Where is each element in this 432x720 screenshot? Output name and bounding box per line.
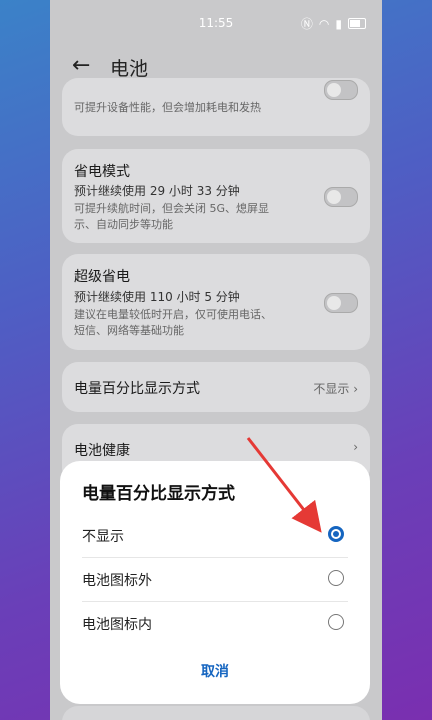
wifi-icon: ◠ bbox=[318, 16, 330, 31]
option-label: 电池图标外 bbox=[82, 573, 152, 589]
page-title: 电池 bbox=[110, 58, 149, 80]
hidden-card bbox=[62, 706, 370, 720]
performance-toggle[interactable] bbox=[324, 80, 358, 100]
power-saving-desc-1: 可提升续航时间，但会关闭 5G、熄屏显 bbox=[74, 202, 270, 215]
status-bar: 11:55 Ⓝ ◠ ▮ bbox=[50, 0, 382, 44]
percentage-display-value: 不显示 › bbox=[313, 380, 358, 397]
super-power-saving-estimate: 预计继续使用 110 小时 5 分钟 bbox=[74, 290, 240, 304]
option-inside-icon[interactable]: 电池图标内 bbox=[82, 602, 354, 646]
percentage-display-row[interactable]: 电量百分比显示方式 不显示 › bbox=[62, 362, 370, 412]
back-arrow-icon[interactable]: ← bbox=[72, 53, 90, 78]
super-power-saving-desc-1: 建议在电量较低时开启，仅可使用电话、 bbox=[74, 308, 272, 321]
super-power-saving-title: 超级省电 bbox=[74, 269, 130, 285]
chevron-right-icon: › bbox=[353, 382, 358, 396]
power-saving-title: 省电模式 bbox=[74, 164, 130, 180]
performance-mode-card[interactable]: 可提升设备性能，但会增加耗电和发热 bbox=[62, 78, 370, 136]
sheet-title: 电量百分比显示方式 bbox=[82, 484, 235, 504]
power-saving-desc-2: 示、自动同步等功能 bbox=[74, 218, 173, 231]
option-hidden[interactable]: 不显示 bbox=[82, 514, 354, 558]
nfc-icon: Ⓝ bbox=[300, 17, 313, 31]
chevron-right-icon: › bbox=[353, 440, 358, 454]
status-icons: Ⓝ ◠ ▮ bbox=[301, 15, 366, 32]
radio-icon[interactable] bbox=[328, 570, 344, 586]
power-saving-toggle[interactable] bbox=[324, 187, 358, 207]
performance-desc: 可提升设备性能，但会增加耗电和发热 bbox=[74, 101, 261, 114]
option-outside-icon[interactable]: 电池图标外 bbox=[82, 558, 354, 602]
power-saving-card[interactable]: 省电模式 预计继续使用 29 小时 33 分钟 可提升续航时间，但会关闭 5G、… bbox=[62, 149, 370, 243]
super-power-saving-desc-2: 短信、网络等基础功能 bbox=[74, 324, 184, 337]
cancel-button[interactable]: 取消 bbox=[60, 661, 370, 681]
battery-icon bbox=[348, 18, 366, 29]
percentage-display-title: 电量百分比显示方式 bbox=[74, 381, 200, 397]
option-label: 电池图标内 bbox=[82, 617, 152, 633]
radio-selected-icon[interactable] bbox=[328, 526, 344, 542]
silent-icon: ▮ bbox=[335, 16, 342, 31]
super-power-saving-toggle[interactable] bbox=[324, 293, 358, 313]
radio-icon[interactable] bbox=[328, 614, 344, 630]
battery-health-title: 电池健康 bbox=[74, 443, 130, 459]
super-power-saving-card[interactable]: 超级省电 预计继续使用 110 小时 5 分钟 建议在电量较低时开启，仅可使用电… bbox=[62, 254, 370, 350]
percentage-display-value-text: 不显示 bbox=[313, 382, 350, 396]
option-label: 不显示 bbox=[82, 529, 124, 545]
power-saving-estimate: 预计继续使用 29 小时 33 分钟 bbox=[74, 184, 240, 198]
percentage-display-sheet: 电量百分比显示方式 不显示 电池图标外 电池图标内 取消 bbox=[60, 461, 370, 704]
